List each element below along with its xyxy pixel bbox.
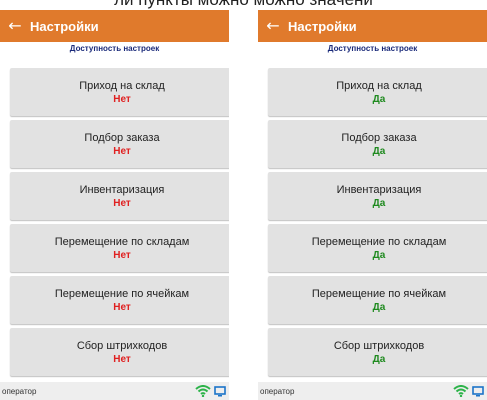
setting-value: Нет [113,93,131,105]
operator-label: оператор [2,386,37,396]
setting-value: Нет [113,249,131,261]
screen-icon [472,385,484,396]
wifi-icon [195,385,211,397]
setting-value: Да [372,353,386,365]
setting-item-receiving[interactable]: Приход на склад Нет [10,68,229,116]
setting-value: Да [372,197,386,209]
setting-label: Перемещение по ячейкам [311,287,447,300]
settings-list: Приход на склад Нет Подбор заказа Нет Ин… [10,68,229,380]
setting-label: Сбор штрихкодов [333,339,425,352]
setting-label: Перемещение по ячейкам [54,287,190,300]
setting-item-inventory[interactable]: Инвентаризация Да [268,172,487,220]
page-title: Настройки [288,18,357,34]
setting-value: Нет [113,197,131,209]
settings-list: Приход на склад Да Подбор заказа Да Инве… [268,68,487,380]
screen-icon [214,385,226,396]
page-title: Настройки [30,18,99,34]
back-arrow-icon[interactable]: ← [258,10,288,42]
setting-item-warehouse-transfer[interactable]: Перемещение по складам Да [268,224,487,272]
back-arrow-icon[interactable]: ← [0,10,30,42]
setting-value: Да [372,301,386,313]
setting-item-barcode-collection[interactable]: Сбор штрихкодов Да [268,328,487,376]
wifi-icon [453,385,469,397]
setting-label: Перемещение по складам [54,235,190,248]
section-subtitle: Доступность настроек [69,44,160,53]
section-subtitle: Доступность настроек [327,44,418,53]
setting-value: Нет [113,145,131,157]
setting-item-cell-transfer[interactable]: Перемещение по ячейкам Нет [10,276,229,324]
setting-value: Нет [113,301,131,313]
settings-screen-left: ← Настройки Доступность настроек Приход … [0,10,229,400]
status-bar: оператор [0,382,229,400]
setting-item-cell-transfer[interactable]: Перемещение по ячейкам Да [268,276,487,324]
setting-label: Инвентаризация [79,183,165,196]
setting-label: Подбор заказа [84,131,160,144]
setting-label: Сбор штрихкодов [76,339,168,352]
cropped-caption: ли пункты можно можно значени [0,0,487,10]
setting-item-receiving[interactable]: Приход на склад Да [268,68,487,116]
setting-label: Приход на склад [336,79,422,92]
setting-item-order-picking[interactable]: Подбор заказа Да [268,120,487,168]
operator-label: оператор [260,386,295,396]
settings-screen-right: ← Настройки Доступность настроек Приход … [258,10,487,400]
setting-value: Да [372,93,386,105]
setting-label: Инвентаризация [336,183,422,196]
setting-value: Да [372,249,386,261]
status-bar: оператор [258,382,487,400]
setting-label: Приход на склад [79,79,165,92]
setting-value: Да [372,145,386,157]
setting-item-order-picking[interactable]: Подбор заказа Нет [10,120,229,168]
setting-item-inventory[interactable]: Инвентаризация Нет [10,172,229,220]
setting-label: Подбор заказа [341,131,417,144]
setting-item-barcode-collection[interactable]: Сбор штрихкодов Нет [10,328,229,376]
setting-value: Нет [113,353,131,365]
setting-label: Перемещение по складам [311,235,447,248]
app-bar: ← Настройки [258,10,487,42]
app-bar: ← Настройки [0,10,229,42]
setting-item-warehouse-transfer[interactable]: Перемещение по складам Нет [10,224,229,272]
